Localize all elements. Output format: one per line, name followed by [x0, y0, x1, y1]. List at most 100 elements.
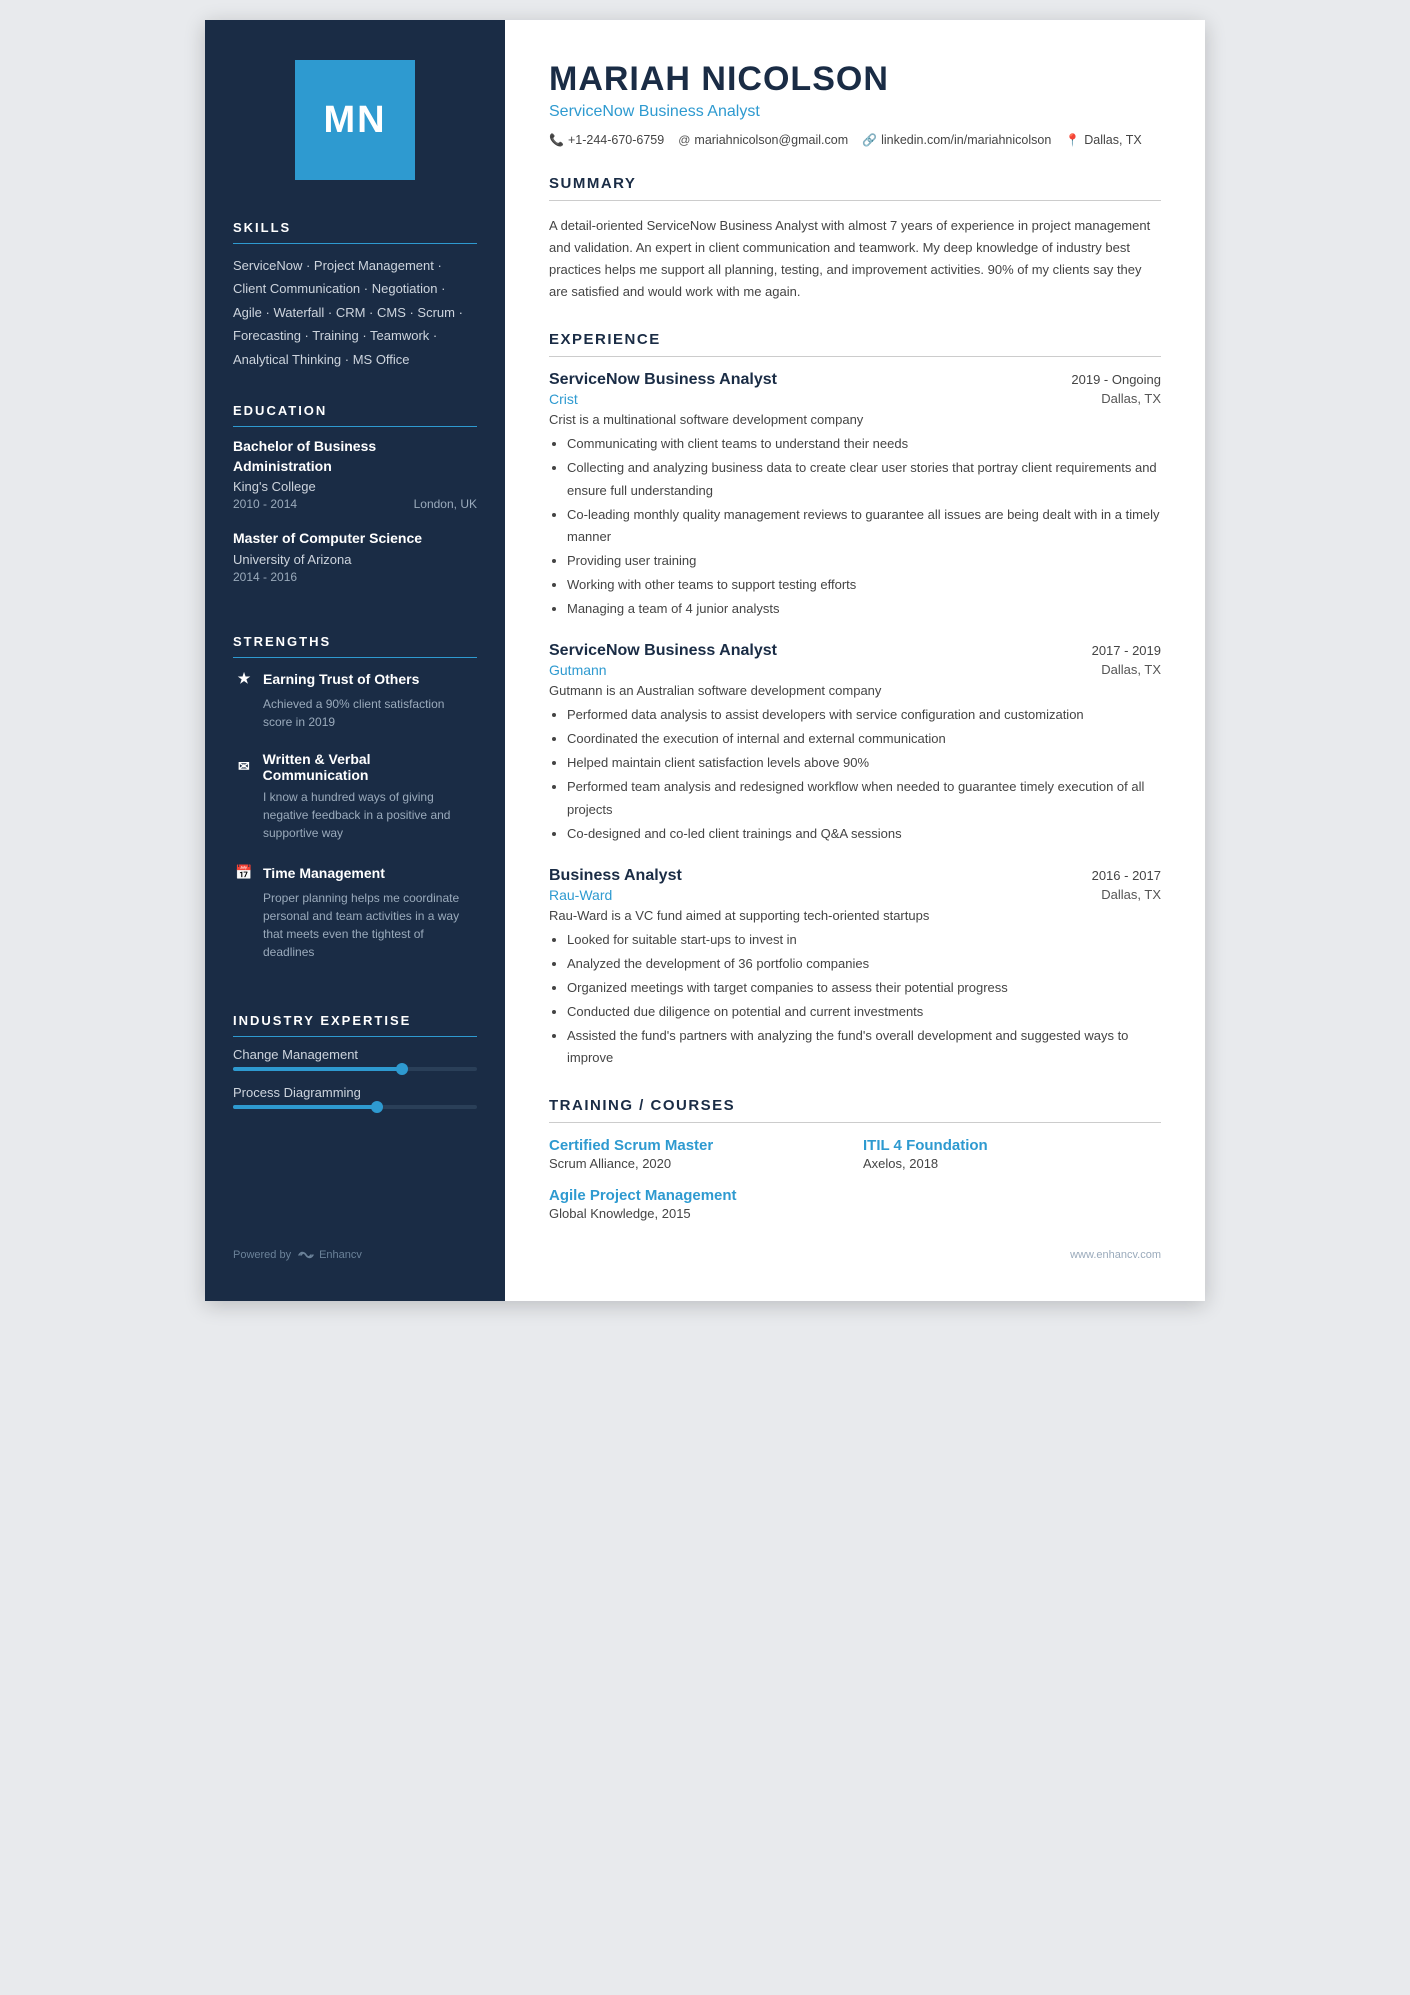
- strength-header-2: ✉ Written & Verbal Communication: [233, 751, 477, 783]
- strength-title-3: Time Management: [263, 865, 385, 881]
- strength-header-1: ★ Earning Trust of Others: [233, 668, 477, 690]
- exp-location-2: Dallas, TX: [1101, 662, 1161, 678]
- exp-bullets-1: Communicating with client teams to under…: [549, 433, 1161, 620]
- footer-url: www.enhancv.com: [1070, 1249, 1161, 1261]
- training-name-1: Certified Scrum Master: [549, 1137, 847, 1154]
- training-sub-3: Global Knowledge, 2015: [549, 1206, 847, 1221]
- strength-item-1: ★ Earning Trust of Others Achieved a 90%…: [233, 668, 477, 731]
- summary-section: SUMMARY A detail-oriented ServiceNow Bus…: [549, 175, 1161, 303]
- expertise-item-1: Change Management: [233, 1047, 477, 1071]
- bullet-3-3: Organized meetings with target companies…: [567, 977, 1161, 999]
- exp-dates-1: 2019 - Ongoing: [1071, 372, 1161, 387]
- training-title: TRAINING / COURSES: [549, 1097, 1161, 1123]
- sidebar-footer: Powered by Enhancv: [233, 1229, 477, 1261]
- phone-icon: 📞: [549, 133, 564, 147]
- calendar-icon: 📅: [233, 862, 255, 884]
- candidate-name: MARIAH NICOLSON: [549, 60, 1161, 99]
- education-section: EDUCATION Bachelor of Business Administr…: [233, 403, 477, 602]
- contact-row: 📞 +1-244-670-6759 @ mariahnicolson@gmail…: [549, 133, 1161, 147]
- strength-title-2: Written & Verbal Communication: [263, 751, 477, 783]
- bullet-3-2: Analyzed the development of 36 portfolio…: [567, 953, 1161, 975]
- bullet-2-2: Coordinated the execution of internal an…: [567, 728, 1161, 750]
- summary-text: A detail-oriented ServiceNow Business An…: [549, 215, 1161, 303]
- main-header: MARIAH NICOLSON ServiceNow Business Anal…: [549, 60, 1161, 147]
- edu-years-2: 2014 - 2016: [233, 570, 297, 584]
- exp-desc-1: Crist is a multinational software develo…: [549, 412, 1161, 427]
- expertise-bar-bg-2: [233, 1105, 477, 1109]
- expertise-label-2: Process Diagramming: [233, 1085, 477, 1100]
- sidebar: MN SKILLS ServiceNow · Project Managemen…: [205, 20, 505, 1301]
- exp-sub-1: Crist Dallas, TX: [549, 391, 1161, 407]
- skills-title: SKILLS: [233, 220, 477, 244]
- bullet-1-2: Collecting and analyzing business data t…: [567, 457, 1161, 501]
- bullet-1-5: Working with other teams to support test…: [567, 574, 1161, 596]
- edu-degree-1: Bachelor of Business Administration: [233, 437, 477, 476]
- exp-dates-3: 2016 - 2017: [1092, 868, 1161, 883]
- edu-meta-2: 2014 - 2016: [233, 570, 477, 584]
- strength-item-3: 📅 Time Management Proper planning helps …: [233, 862, 477, 961]
- bullet-1-3: Co-leading monthly quality management re…: [567, 504, 1161, 548]
- contact-location: 📍 Dallas, TX: [1065, 133, 1141, 147]
- expertise-label-1: Change Management: [233, 1047, 477, 1062]
- training-item-1: Certified Scrum Master Scrum Alliance, 2…: [549, 1137, 847, 1171]
- training-item-3: Agile Project Management Global Knowledg…: [549, 1187, 847, 1221]
- exp-header-2: ServiceNow Business Analyst 2017 - 2019: [549, 642, 1161, 660]
- bullet-2-4: Performed team analysis and redesigned w…: [567, 776, 1161, 820]
- edu-item-2: Master of Computer Science University of…: [233, 529, 477, 584]
- edu-item-1: Bachelor of Business Administration King…: [233, 437, 477, 511]
- exp-desc-2: Gutmann is an Australian software develo…: [549, 683, 1161, 698]
- enhancv-icon: [297, 1249, 315, 1261]
- bullet-1-6: Managing a team of 4 junior analysts: [567, 598, 1161, 620]
- exp-company-3: Rau-Ward: [549, 887, 612, 903]
- experience-title: EXPERIENCE: [549, 331, 1161, 357]
- strengths-title: STRENGTHS: [233, 634, 477, 658]
- summary-title: SUMMARY: [549, 175, 1161, 201]
- education-title: EDUCATION: [233, 403, 477, 427]
- bullet-2-5: Co-designed and co-led client trainings …: [567, 823, 1161, 845]
- exp-role-1: ServiceNow Business Analyst: [549, 371, 777, 389]
- exp-role-3: Business Analyst: [549, 867, 682, 885]
- strengths-section: STRENGTHS ★ Earning Trust of Others Achi…: [233, 634, 477, 981]
- avatar: MN: [295, 60, 415, 180]
- edu-degree-2: Master of Computer Science: [233, 529, 477, 549]
- linkedin-value: linkedin.com/in/mariahnicolson: [881, 133, 1051, 147]
- training-item-2: ITIL 4 Foundation Axelos, 2018: [863, 1137, 1161, 1171]
- linkedin-icon: 🔗: [862, 133, 877, 147]
- exp-bullets-2: Performed data analysis to assist develo…: [549, 704, 1161, 845]
- avatar-container: MN: [233, 60, 477, 180]
- contact-phone: 📞 +1-244-670-6759: [549, 133, 664, 147]
- email-value: mariahnicolson@gmail.com: [694, 133, 848, 147]
- training-section: TRAINING / COURSES Certified Scrum Maste…: [549, 1097, 1161, 1221]
- expertise-bar-fill-2: [233, 1105, 379, 1109]
- star-icon: ★: [233, 668, 255, 690]
- exp-sub-3: Rau-Ward Dallas, TX: [549, 887, 1161, 903]
- enhancv-brand: Enhancv: [319, 1249, 362, 1261]
- location-icon: 📍: [1065, 133, 1080, 147]
- training-name-2: ITIL 4 Foundation: [863, 1137, 1161, 1154]
- location-value: Dallas, TX: [1084, 133, 1141, 147]
- edu-years-1: 2010 - 2014: [233, 497, 297, 511]
- training-grid: Certified Scrum Master Scrum Alliance, 2…: [549, 1137, 1161, 1221]
- strength-header-3: 📅 Time Management: [233, 862, 477, 884]
- strength-item-2: ✉ Written & Verbal Communication I know …: [233, 751, 477, 842]
- exp-sub-2: Gutmann Dallas, TX: [549, 662, 1161, 678]
- phone-value: +1-244-670-6759: [568, 133, 664, 147]
- main-content: MARIAH NICOLSON ServiceNow Business Anal…: [505, 20, 1205, 1301]
- bullet-3-1: Looked for suitable start-ups to invest …: [567, 929, 1161, 951]
- edu-meta-1: 2010 - 2014 London, UK: [233, 497, 477, 511]
- exp-bullets-3: Looked for suitable start-ups to invest …: [549, 929, 1161, 1070]
- main-footer: www.enhancv.com: [549, 1249, 1161, 1261]
- exp-desc-3: Rau-Ward is a VC fund aimed at supportin…: [549, 908, 1161, 923]
- skills-text: ServiceNow · Project Management · Client…: [233, 254, 477, 371]
- strength-title-1: Earning Trust of Others: [263, 671, 419, 687]
- edu-school-2: University of Arizona: [233, 552, 477, 567]
- expertise-bar-fill-1: [233, 1067, 404, 1071]
- email-icon: @: [678, 133, 690, 147]
- bullet-3-4: Conducted due diligence on potential and…: [567, 1001, 1161, 1023]
- enhancv-logo: Enhancv: [297, 1249, 362, 1261]
- bullet-3-5: Assisted the fund's partners with analyz…: [567, 1025, 1161, 1069]
- training-name-3: Agile Project Management: [549, 1187, 847, 1204]
- expertise-bar-bg-1: [233, 1067, 477, 1071]
- training-sub-1: Scrum Alliance, 2020: [549, 1156, 847, 1171]
- exp-header-1: ServiceNow Business Analyst 2019 - Ongoi…: [549, 371, 1161, 389]
